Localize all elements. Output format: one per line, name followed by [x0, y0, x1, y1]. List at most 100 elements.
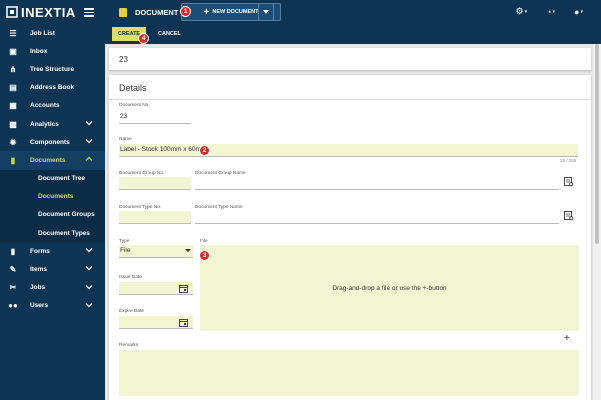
file-dropzone[interactable]: Drag-and-drop a file or use the +-button: [200, 245, 579, 331]
scrollbar[interactable]: [593, 44, 601, 400]
sidebar-item-label: Address Book: [30, 84, 75, 92]
new-document-label: NEW DOCUMENT: [212, 9, 259, 15]
address-book-icon: ▤: [9, 83, 17, 93]
type-select-value: File: [120, 247, 131, 254]
logo: INEXTIA: [6, 5, 76, 20]
accounts-icon: ▦: [9, 101, 17, 111]
chevron-up-icon: [85, 156, 93, 162]
caret-down-icon: [185, 249, 191, 252]
caret-down-icon: ▾: [580, 8, 583, 15]
sidebar-item-address-book[interactable]: ▤ Address Book: [0, 79, 105, 97]
document-group-no-label: Document Group No.: [119, 171, 165, 176]
help-menu[interactable]: ◔ ▾: [546, 6, 555, 17]
add-file-button[interactable]: +: [564, 333, 570, 344]
caret-down-icon: ▾: [524, 8, 528, 15]
sidebar-subitem-documents[interactable]: Documents: [0, 187, 105, 206]
caret-down-icon: ▾: [552, 8, 556, 15]
document-icon: ▮: [10, 155, 16, 165]
sidebar-item-label: Forms: [30, 247, 50, 255]
sidebar-item-label: Documents: [30, 156, 66, 164]
gear-icon: ⚙: [515, 6, 524, 16]
sidebar-item-label: Job List: [30, 29, 55, 37]
components-icon: ✹: [9, 137, 17, 147]
sidebar-item-items[interactable]: ✎ Items: [0, 260, 105, 278]
hamburger-menu-icon[interactable]: [84, 6, 94, 17]
sidebar-item-jobs[interactable]: ✂ Jobs: [0, 279, 105, 297]
logo-text: INEXTIA: [21, 4, 76, 20]
sidebar-item-label: Users: [30, 302, 49, 310]
sidebar-subitem-label: Document Types: [38, 229, 90, 237]
callout-marker-1: 1: [180, 6, 191, 17]
sidebar-nav: ☰ Job List ▣ Inbox ⋔ Tree Structure ▤ Ad…: [0, 24, 105, 315]
sidebar-item-components[interactable]: ✹ Components: [0, 133, 105, 151]
sidebar-item-tree-structure[interactable]: ⋔ Tree Structure: [0, 60, 105, 78]
tree-icon: ⋔: [9, 64, 17, 74]
sidebar-item-accounts[interactable]: ▦ Accounts: [0, 97, 105, 115]
caret-down-icon: [263, 10, 269, 14]
sidebar-subitem-document-types[interactable]: Document Types: [0, 224, 105, 243]
settings-menu[interactable]: ⚙ ▾: [516, 6, 528, 17]
new-document-dropdown-button[interactable]: [258, 3, 274, 21]
sidebar-item-forms[interactable]: ▮ Forms: [0, 242, 105, 260]
type-label: Type: [119, 239, 130, 244]
document-type-name-label: Document Type Name: [195, 205, 243, 210]
user-menu[interactable]: ● ▾: [574, 6, 583, 17]
sidebar-item-label: Accounts: [30, 102, 60, 110]
help-icon: ◔: [546, 6, 552, 17]
sidebar-item-users[interactable]: ●● Users: [0, 297, 105, 315]
document-no-field: 23: [119, 111, 191, 124]
document-group-name-field: [195, 177, 559, 190]
sidebar-subitem-label: Documents: [38, 193, 74, 201]
remarks-textarea[interactable]: [119, 350, 579, 396]
callout-marker-3: 3: [199, 250, 210, 261]
page-title-text: DOCUMENT: [135, 7, 179, 17]
page-title: DOCUMENT: [119, 7, 179, 17]
lookup-list-icon[interactable]: [564, 211, 574, 221]
callout-marker-4: 4: [138, 33, 149, 44]
action-bar: CREATE CANCEL: [105, 24, 601, 44]
sidebar: INEXTIA ☰ Job List ▣ Inbox ⋔ Tree Struct…: [0, 0, 105, 400]
sidebar-item-label: Jobs: [30, 284, 46, 292]
plus-icon: +: [203, 6, 210, 18]
user-icon: ●: [574, 6, 580, 17]
lookup-list-icon[interactable]: [564, 177, 574, 187]
inbox-icon: ▣: [9, 46, 17, 56]
document-group-no-input[interactable]: [119, 177, 191, 190]
sidebar-subitem-document-tree[interactable]: Document Tree: [0, 169, 105, 188]
issue-date-label: Issue Date: [119, 275, 142, 280]
chevron-down-icon: [85, 302, 93, 308]
remarks-label: Remarks: [119, 343, 139, 348]
chevron-down-icon: [85, 284, 93, 289]
sidebar-item-label: Inbox: [30, 47, 48, 55]
divider: [109, 99, 591, 100]
expire-date-label: Expire Date: [119, 309, 145, 314]
file-label: File: [200, 239, 208, 244]
sidebar-item-analytics[interactable]: ▩ Analytics: [0, 115, 105, 133]
users-icon: ●●: [8, 301, 18, 311]
items-icon: ✎: [9, 265, 17, 275]
callout-marker-2: 2: [199, 145, 210, 156]
forms-icon: ▮: [10, 246, 16, 256]
sidebar-subitem-document-groups[interactable]: Document Groups: [0, 205, 105, 225]
document-icon: [119, 7, 127, 17]
document-no-label: Document No.: [119, 103, 150, 108]
calendar-icon[interactable]: [179, 284, 188, 293]
sidebar-item-job-list[interactable]: ☰ Job List: [0, 24, 105, 42]
document-type-name-field: [195, 211, 559, 224]
sidebar-item-inbox[interactable]: ▣ Inbox: [0, 42, 105, 60]
scrollbar-thumb[interactable]: [595, 44, 599, 244]
calendar-icon[interactable]: [179, 318, 188, 327]
cancel-button[interactable]: CANCEL: [158, 31, 181, 37]
name-char-counter: 26 / 255: [560, 158, 577, 163]
document-type-no-input[interactable]: [119, 211, 191, 224]
chevron-down-icon: [85, 139, 93, 144]
chevron-down-icon: [85, 248, 93, 253]
sidebar-item-label: Components: [30, 138, 70, 146]
document-type-no-label: Document Type No.: [119, 205, 162, 210]
dropzone-text: Drag-and-drop a file or use the +-button: [332, 284, 447, 292]
logo-icon: [6, 6, 18, 18]
sidebar-item-label: Tree Structure: [30, 65, 75, 73]
sidebar-item-documents[interactable]: ▮ Documents: [0, 151, 105, 170]
type-select[interactable]: File: [119, 245, 193, 258]
name-input[interactable]: Label - Stock 100mm x 60mm: [119, 144, 578, 157]
